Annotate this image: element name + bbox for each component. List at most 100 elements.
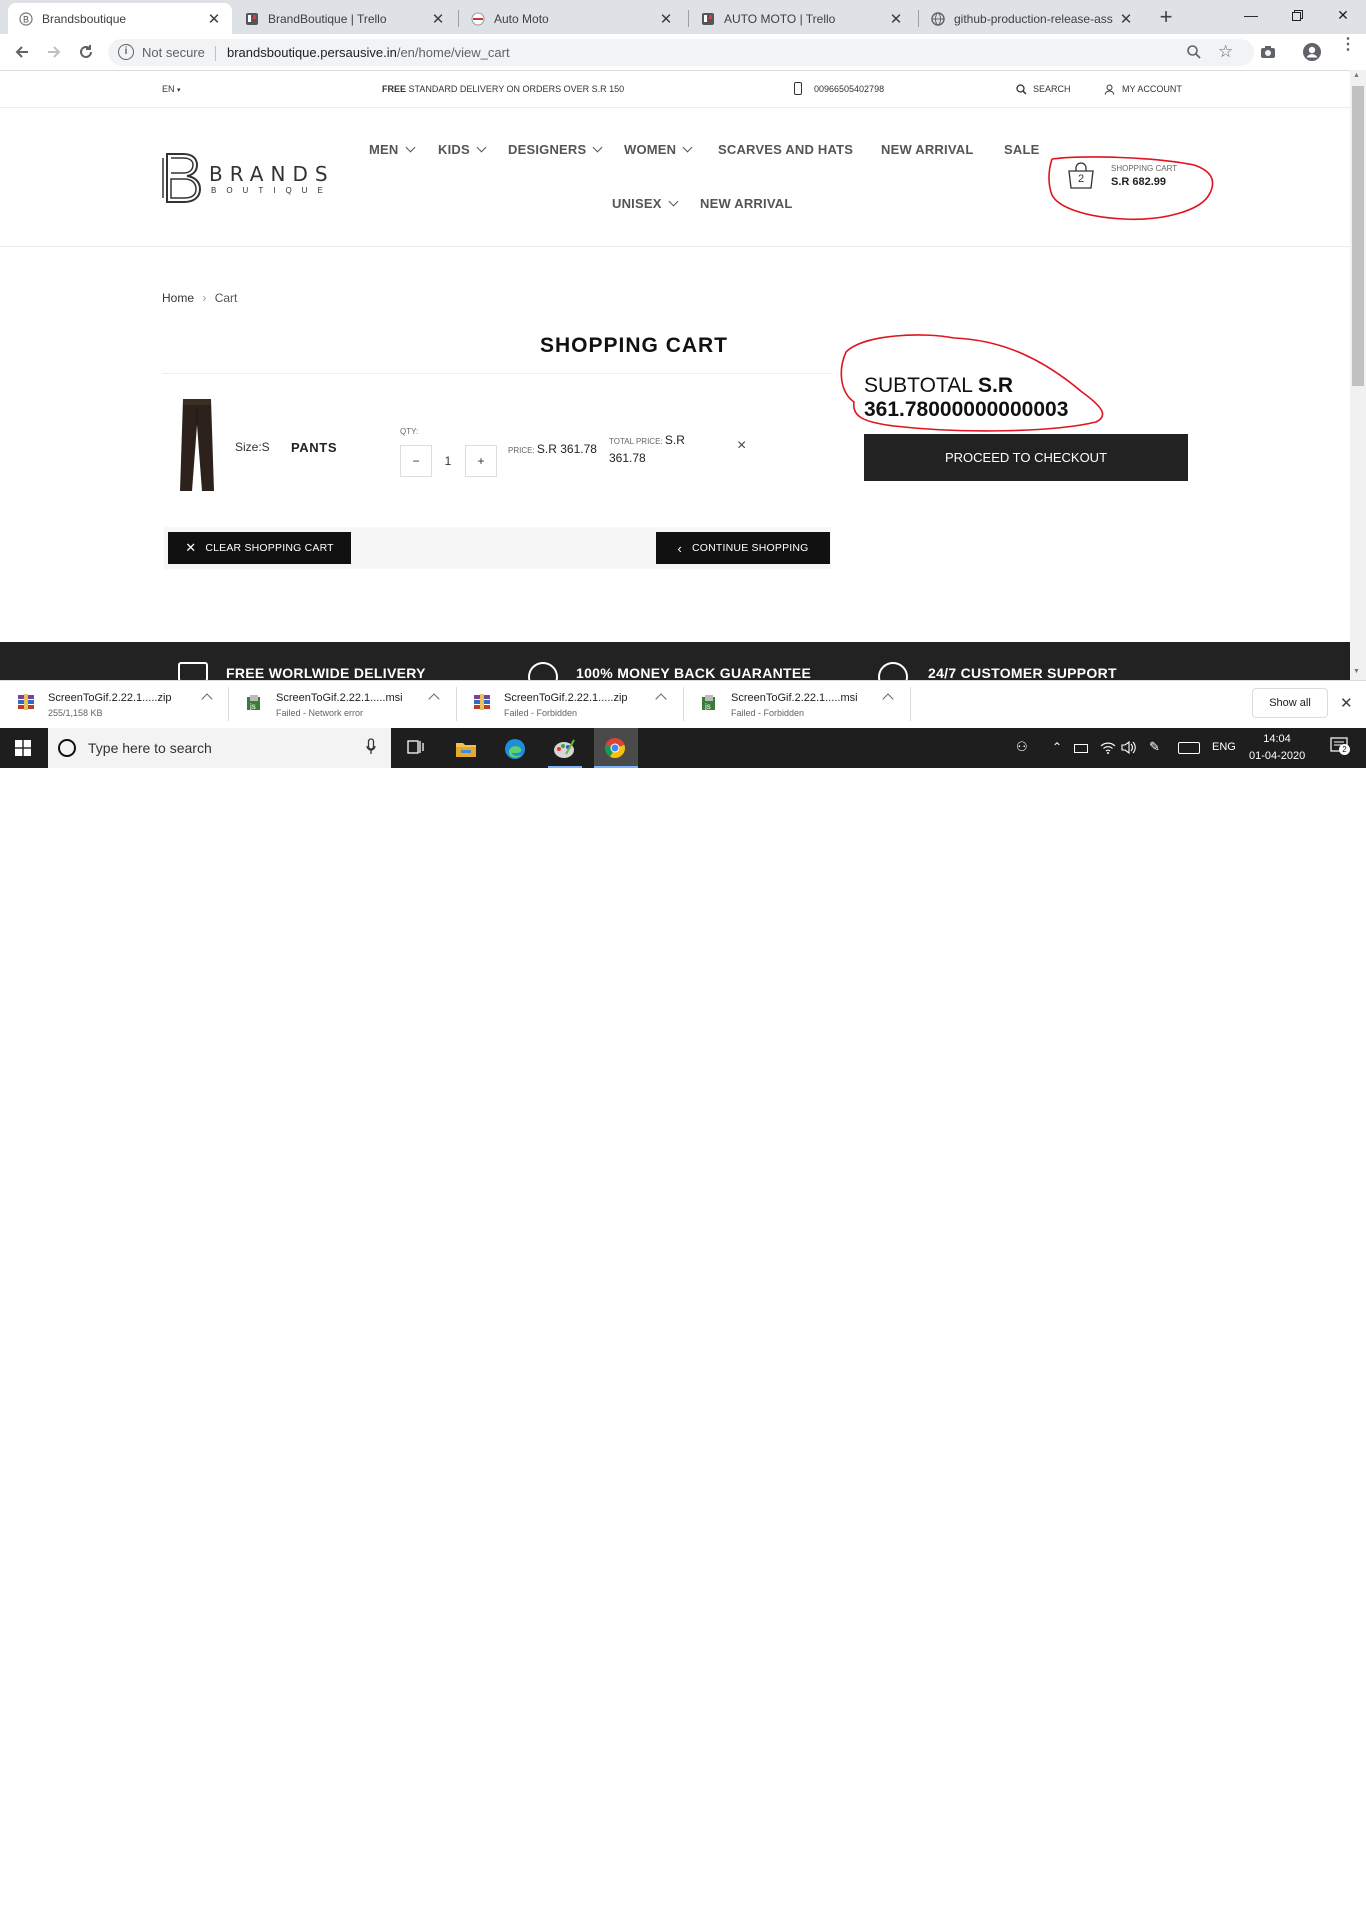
nav-sale[interactable]: SALE	[1004, 142, 1039, 157]
tab-brandboutique-trello[interactable]: BrandBoutique | Trello ✕	[234, 3, 456, 34]
new-tab-plus-icon[interactable]: +	[1154, 5, 1178, 29]
download-item[interactable]: js ScreenToGif.2.22.1.....msi Failed - F…	[695, 680, 901, 728]
tab-auto-moto[interactable]: Auto Moto ✕	[460, 3, 684, 34]
tab-close-icon[interactable]: ✕	[206, 10, 222, 28]
wifi-icon[interactable]	[1100, 741, 1116, 759]
qty-input[interactable]: 1	[432, 445, 464, 477]
cortana-circle-icon	[58, 739, 76, 757]
total-price-label: TOTAL PRICE:	[609, 437, 663, 446]
svg-text:B: B	[23, 14, 29, 24]
nav-new-arrival[interactable]: NEW ARRIVAL	[881, 142, 973, 157]
action-center-icon[interactable]: 2	[1330, 737, 1350, 755]
zoom-magnifier-icon[interactable]	[1186, 44, 1202, 65]
close-icon: ✕	[185, 540, 197, 555]
nav-new-arrival-2[interactable]: NEW ARRIVAL	[700, 196, 792, 211]
scrollbar-thumb[interactable]	[1352, 86, 1364, 386]
user-icon[interactable]	[1104, 82, 1115, 100]
url-text[interactable]: brandsboutique.persausive.in/en/home/vie…	[227, 45, 510, 60]
nav-scarves-and-hats[interactable]: SCARVES AND HATS	[718, 142, 853, 157]
back-arrow-icon[interactable]	[10, 40, 34, 64]
tab-close-icon[interactable]: ✕	[658, 10, 674, 28]
breadcrumb-home[interactable]: Home	[162, 291, 194, 305]
breadcrumb-current: Cart	[214, 291, 238, 305]
chrome-icon[interactable]	[604, 737, 626, 764]
pen-icon[interactable]: ✎	[1149, 739, 1160, 755]
file-explorer-icon[interactable]	[455, 740, 477, 763]
show-all-downloads-button[interactable]: Show all	[1252, 688, 1328, 718]
nav-men[interactable]: MEN	[369, 142, 415, 157]
people-icon[interactable]: ⚇	[1016, 739, 1028, 755]
speaker-icon[interactable]	[1121, 740, 1137, 759]
product-thumbnail[interactable]	[174, 396, 220, 494]
info-icon[interactable]: i	[118, 44, 134, 60]
download-item[interactable]: ScreenToGif.2.22.1.....zip Failed - Forb…	[468, 680, 674, 728]
close-downloads-bar-icon[interactable]: ✕	[1340, 694, 1353, 712]
language-selector[interactable]: EN ▾	[162, 84, 181, 94]
profile-avatar-icon[interactable]	[1302, 42, 1322, 67]
close-window-icon[interactable]: ✕	[1320, 0, 1366, 30]
input-language[interactable]: ENG	[1212, 741, 1236, 753]
search-link[interactable]: SEARCH	[1033, 84, 1071, 94]
continue-shopping-button[interactable]: ‹ CONTINUE SHOPPING	[656, 532, 830, 564]
my-account-link[interactable]: MY ACCOUNT	[1122, 84, 1182, 94]
nav-designers[interactable]: DESIGNERS	[508, 142, 603, 157]
touch-keyboard-icon[interactable]	[1178, 742, 1200, 754]
windows-start-icon[interactable]	[15, 740, 31, 761]
tab-github-release[interactable]: github-production-release-ass ✕	[920, 3, 1144, 34]
download-filename: ScreenToGif.2.22.1.....zip	[504, 692, 628, 704]
installer-file-icon: js	[699, 693, 719, 718]
search-icon[interactable]	[1016, 82, 1027, 100]
feature-money-back: 100% MONEY BACK GUARANTEE	[576, 665, 812, 681]
download-item[interactable]: ScreenToGif.2.22.1.....zip 255/1,158 KB	[12, 680, 218, 728]
tab-brandsboutique[interactable]: B Brandsboutique ✕	[8, 3, 232, 34]
bookmark-star-icon[interactable]: ☆	[1218, 42, 1233, 62]
delivery-notice: FREE STANDARD DELIVERY ON ORDERS OVER S.…	[382, 84, 624, 94]
tab-title: BrandBoutique | Trello	[268, 11, 387, 26]
item-name[interactable]: PANTS	[291, 440, 337, 455]
paint-app-icon[interactable]	[552, 738, 576, 765]
edge-browser-icon[interactable]	[504, 738, 526, 765]
tab-close-icon[interactable]: ✕	[1118, 10, 1134, 28]
tab-title: Brandsboutique	[42, 11, 127, 26]
qty-increment-button[interactable]: +	[465, 445, 497, 477]
scroll-up-arrow-icon[interactable]: ▲	[1353, 72, 1360, 79]
continue-shopping-label: CONTINUE SHOPPING	[691, 542, 809, 554]
scroll-down-arrow-icon[interactable]: ▼	[1353, 668, 1360, 675]
annotation-circle-subtotal	[840, 334, 1104, 432]
chevron-down-icon	[405, 142, 415, 153]
brands-boutique-logo[interactable]: BRANDS BOUTIQUE	[161, 150, 341, 206]
tab-close-icon[interactable]: ✕	[430, 10, 446, 28]
battery-icon[interactable]	[1074, 744, 1088, 753]
clock-date[interactable]: 01-04-2020	[1249, 750, 1305, 762]
qty-label: QTY:	[400, 427, 419, 436]
clock-time[interactable]: 14:04	[1263, 733, 1291, 745]
nav-men-label: MEN	[369, 142, 399, 157]
restore-window-icon[interactable]	[1274, 0, 1320, 30]
tab-separator	[458, 10, 459, 27]
task-view-icon[interactable]	[407, 738, 425, 761]
taskbar-search-placeholder[interactable]: Type here to search	[88, 740, 212, 756]
kebab-menu-icon[interactable]: ⋮	[1340, 37, 1356, 53]
tab-close-icon[interactable]: ✕	[888, 10, 904, 28]
forward-arrow-icon[interactable]	[42, 40, 66, 64]
reload-icon[interactable]	[74, 40, 98, 64]
microphone-icon[interactable]	[366, 738, 376, 761]
tab-title: Auto Moto	[494, 11, 549, 26]
tab-separator	[918, 10, 919, 27]
tab-auto-moto-trello[interactable]: AUTO MOTO | Trello ✕	[690, 3, 914, 34]
delivery-bold: FREE	[382, 84, 407, 94]
phone-number[interactable]: 00966505402798	[814, 84, 884, 94]
nav-women[interactable]: WOMEN	[624, 142, 693, 157]
show-hidden-icons-chevron-icon[interactable]: ⌃	[1052, 740, 1062, 754]
total-price-block: TOTAL PRICE: S.R 361.78	[609, 432, 699, 468]
clear-shopping-cart-button[interactable]: ✕ CLEAR SHOPPING CART	[168, 532, 351, 564]
qty-decrement-button[interactable]: −	[400, 445, 432, 477]
remove-item-icon[interactable]: ×	[737, 437, 746, 455]
nav-kids[interactable]: KIDS	[438, 142, 487, 157]
nav-unisex[interactable]: UNISEX	[612, 196, 679, 211]
camera-icon[interactable]	[1260, 45, 1276, 64]
download-item[interactable]: js ScreenToGif.2.22.1.....msi Failed - N…	[240, 680, 446, 728]
proceed-to-checkout-button[interactable]: PROCEED TO CHECKOUT	[864, 434, 1188, 481]
minimize-window-icon[interactable]: —	[1228, 0, 1274, 30]
page-title: SHOPPING CART	[540, 334, 729, 357]
